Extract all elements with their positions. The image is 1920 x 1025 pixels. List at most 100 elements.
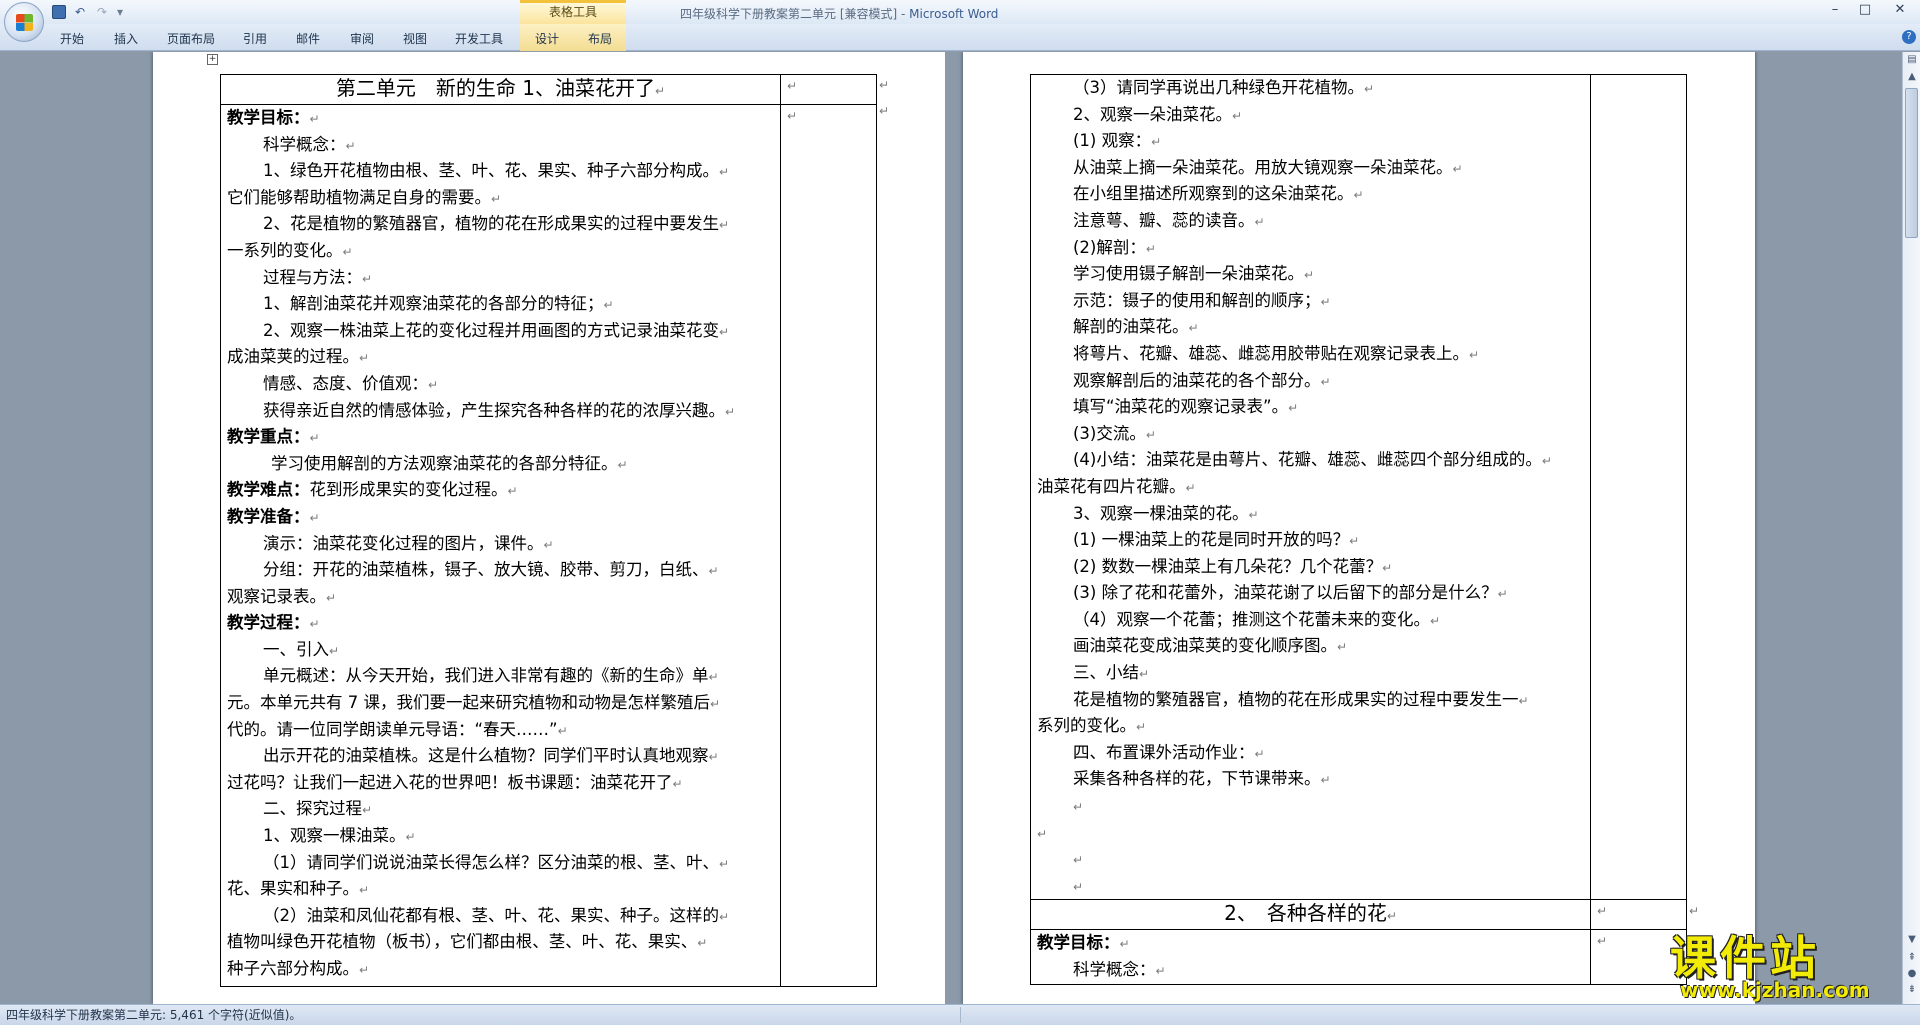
- line-text: （2）油菜和凤仙花都有根、茎、叶、花、果实、种子。这样的: [263, 905, 719, 925]
- maximize-button[interactable]: □: [1850, 0, 1880, 20]
- side-cell[interactable]: [1590, 73, 1687, 901]
- text-line: 解剖的油菜花。↵: [1037, 314, 1588, 341]
- text-line: 观察记录表。↵: [227, 584, 778, 611]
- paragraph-mark-icon: ↵: [1304, 268, 1315, 283]
- office-button[interactable]: [4, 2, 44, 42]
- tab-layout[interactable]: 布局: [588, 30, 612, 47]
- customize-qat-icon[interactable]: ▾: [116, 4, 124, 20]
- text-line: 将萼片、花瓣、雄蕊、雌蕊用胶带贴在观察记录表上。↵: [1037, 341, 1588, 368]
- office-logo-icon: [16, 14, 33, 31]
- paragraph-mark-icon: ↵: [1353, 188, 1364, 203]
- lesson-title-cell[interactable]: 2、 各种各样的花↵: [1030, 899, 1591, 931]
- tab-mailings[interactable]: 邮件: [296, 30, 320, 47]
- side-cell[interactable]: ↵: [780, 74, 877, 105]
- line-text: 代的。请一位同学朗读单元导语：“春天……”: [227, 719, 558, 739]
- browse-object-icon[interactable]: ●: [1904, 966, 1920, 982]
- paragraph-mark-icon: ↵: [507, 484, 518, 499]
- line-text: (2)解剖：: [1073, 237, 1146, 257]
- tab-home[interactable]: 开始: [60, 30, 84, 47]
- line-text: 元。本单元共有 7 课，我们要一起来研究植物和动物是怎样繁殖后: [227, 693, 710, 713]
- tab-review[interactable]: 审阅: [350, 30, 374, 47]
- text-line: 教学重点：↵: [227, 424, 778, 451]
- text-line: 1、解剖油菜花并观察油菜花的各部分的特征；↵: [227, 291, 778, 318]
- side-cell[interactable]: ↵: [780, 104, 877, 987]
- scrollbar-thumb[interactable]: [1905, 88, 1918, 238]
- page-left: + 第二单元 新的生命 1、油菜花开了↵ ↵ 教学目标：↵ 科学概念：↵ 1、绿色开…: [153, 52, 945, 1004]
- text-line: 教学准备：↵: [227, 504, 778, 531]
- line-text: 情感、态度、价值观：: [263, 373, 428, 393]
- lesson-body-cell[interactable]: 教学目标：↵ 科学概念：↵: [1030, 929, 1591, 985]
- line-text: 2、观察一朵油菜花。: [1073, 104, 1232, 124]
- text-line: (3)交流。↵: [1037, 421, 1588, 448]
- minimize-button[interactable]: –: [1820, 0, 1850, 20]
- paragraph-mark-icon: ↵: [719, 324, 730, 339]
- paragraph-mark-icon: ↵: [329, 643, 340, 658]
- lesson-title-cell[interactable]: 第二单元 新的生命 1、油菜花开了↵: [220, 74, 781, 105]
- text-line: 填写“油菜花的观察记录表”。↵: [1037, 394, 1588, 421]
- paragraph-mark-icon: ↵: [708, 564, 719, 579]
- line-text: 教学准备：: [227, 506, 310, 526]
- vertical-scrollbar[interactable]: ▤ ▲ ▼ ⇞ ● ⇟: [1902, 52, 1920, 1004]
- lesson-body-cell[interactable]: （3）请同学再说出几种绿色开花植物。↵ 2、观察一朵油菜花。↵ (1) 观察：↵ 从油…: [1030, 73, 1591, 901]
- tab-references[interactable]: 引用: [243, 30, 267, 47]
- close-button[interactable]: ✕: [1880, 0, 1920, 20]
- line-text: (4)小结：油菜花是由萼片、花瓣、雄蕊、雌蕊四个部分组成的。: [1073, 450, 1542, 470]
- line-text: 画油菜花变成油菜荚的变化顺序图。: [1073, 636, 1337, 656]
- watermark-url: www.kjzhan.com: [1680, 978, 1870, 1002]
- tab-developer[interactable]: 开发工具: [455, 30, 503, 47]
- lesson-body-text: 教学目标：↵ 科学概念：↵: [1031, 930, 1590, 983]
- undo-icon[interactable]: ↶: [72, 4, 88, 20]
- text-line: （4）观察一个花蕾；推测这个花蕾未来的变化。↵: [1037, 607, 1588, 634]
- scroll-up-icon[interactable]: ▲: [1904, 69, 1920, 85]
- text-line: 系列的变化。↵: [1037, 713, 1588, 740]
- next-page-icon[interactable]: ⇟: [1904, 982, 1920, 998]
- paragraph-mark-icon: ↵: [672, 776, 683, 791]
- tab-page-layout[interactable]: 页面布局: [167, 30, 215, 47]
- text-line: 植物叫绿色开花植物（板书），它们都由根、茎、叶、花、果实、↵: [227, 929, 778, 956]
- paragraph-mark-icon: ↵: [697, 936, 708, 951]
- line-text: 1、观察一棵油菜。: [263, 826, 406, 846]
- line-text: (2) 数数一棵油菜上有几朵花？几个花蕾？: [1073, 556, 1383, 576]
- help-icon[interactable]: ?: [1902, 30, 1916, 44]
- table-move-handle-icon[interactable]: +: [207, 54, 218, 65]
- paragraph-mark-icon: ↵: [617, 457, 628, 472]
- text-line: (1) 一棵油菜上的花是同时开放的吗？↵: [1037, 527, 1588, 554]
- lesson-title: 第二单元 新的生命 1、油菜花开了: [335, 76, 656, 100]
- line-text: 2、花是植物的繁殖器官，植物的花在形成果实的过程中要发生: [263, 214, 719, 234]
- text-line: 在小组里描述所观察到的这朵油菜花。↵: [1037, 181, 1588, 208]
- lesson-body-cell[interactable]: 教学目标：↵ 科学概念：↵ 1、绿色开花植物由根、茎、叶、花、果实、种子六部分构成。…: [220, 104, 781, 987]
- text-line: 获得亲近自然的情感体验，产生探究各种各样的花的浓厚兴趣。↵: [227, 398, 778, 425]
- paragraph-mark-icon: ↵: [708, 750, 719, 765]
- paragraph-mark-icon: ↵: [1073, 879, 1084, 894]
- text-line: （3）请同学再说出几种绿色开花植物。↵: [1037, 75, 1588, 102]
- line-text: 一系列的变化。: [227, 240, 343, 260]
- line-text: (3) 除了花和花蕾外，油菜花谢了以后留下的部分是什么？: [1073, 583, 1498, 603]
- app-name: Microsoft Word: [909, 7, 999, 21]
- ruler-toggle-icon[interactable]: ▤: [1904, 52, 1920, 68]
- tab-insert[interactable]: 插入: [114, 30, 138, 47]
- tab-view[interactable]: 视图: [403, 30, 427, 47]
- paragraph-mark-icon: ↵: [1320, 374, 1331, 389]
- ribbon-tabs: 开始 插入 页面布局 引用 邮件 审阅 视图 开发工具 设计 布局 ?: [0, 24, 1920, 51]
- paragraph-mark-icon: ↵: [557, 723, 568, 738]
- text-line: 教学难点：花到形成果实的变化过程。↵: [227, 477, 778, 504]
- paragraph-mark-icon: ↵: [326, 590, 337, 605]
- save-icon[interactable]: [52, 5, 66, 19]
- paragraph-mark-icon: ↵: [719, 909, 730, 924]
- redo-icon[interactable]: ↷: [94, 4, 110, 20]
- tab-design[interactable]: 设计: [535, 30, 559, 47]
- paragraph-mark-icon: ↵: [708, 670, 719, 685]
- text-line: (4)小结：油菜花是由萼片、花瓣、雄蕊、雌蕊四个部分组成的。↵: [1037, 447, 1588, 474]
- previous-page-icon[interactable]: ⇞: [1904, 950, 1920, 966]
- line-text: 分组：开花的油菜植株，镊子、放大镜、胶带、剪刀，白纸、: [263, 560, 709, 580]
- word-count-status[interactable]: 四年级科学下册教案第二单元: 5,461 个字符(近似值)。: [6, 1008, 301, 1022]
- paragraph-mark-icon: ↵: [362, 803, 373, 818]
- line-text: 教学目标：: [227, 108, 310, 127]
- text-line: 过花吗？让我们一起进入花的世界吧！板书课题：油菜花开了↵: [227, 770, 778, 797]
- line-text: 三、小结: [1073, 663, 1139, 683]
- text-line: 画油菜花变成油菜荚的变化顺序图。↵: [1037, 633, 1588, 660]
- scroll-down-icon[interactable]: ▼: [1904, 932, 1920, 948]
- paragraph-mark-icon: ↵: [342, 244, 353, 259]
- text-line: 情感、态度、价值观：↵: [227, 371, 778, 398]
- document-workspace: + 第二单元 新的生命 1、油菜花开了↵ ↵ 教学目标：↵ 科学概念：↵ 1、绿色开…: [0, 52, 1902, 1004]
